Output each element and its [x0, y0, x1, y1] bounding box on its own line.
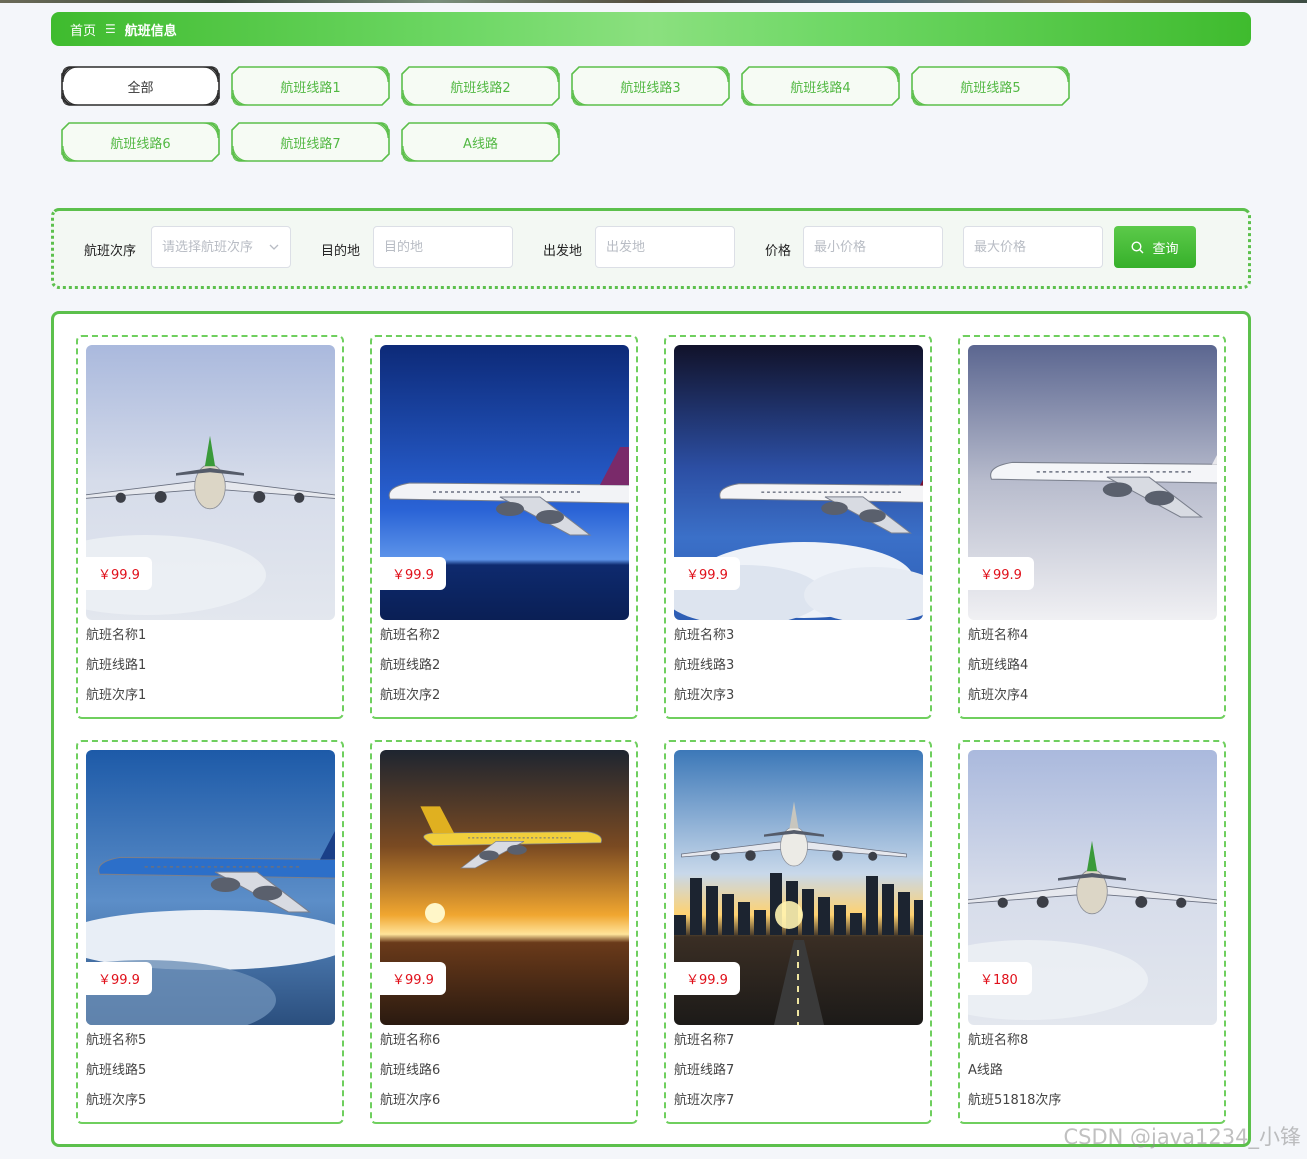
flight-name: 航班名称3	[674, 628, 735, 643]
flight-route: 航班线路7	[674, 1063, 735, 1078]
query-button-label: 查询	[1152, 241, 1179, 257]
tab-label: 航班线路5	[960, 80, 1021, 96]
flight-grid: ￥99.9 航班名称1 航班线路1 航班次序1 ￥99.9 航班名称2 航班线路…	[51, 311, 1251, 1147]
price-badge: ￥99.9	[86, 962, 152, 995]
tab-route-7[interactable]: 航班线路7	[231, 122, 390, 162]
tab-route-6[interactable]: 航班线路6	[61, 122, 220, 162]
price-badge: ￥99.9	[674, 962, 740, 995]
search-panel: 航班次序 目的地 出发地 价格 查询	[51, 208, 1251, 289]
price-badge: ￥99.9	[674, 557, 740, 590]
search-icon	[1131, 240, 1144, 253]
flight-card[interactable]: ￥99.9 航班名称1 航班线路1 航班次序1	[76, 335, 344, 719]
flight-name: 航班名称5	[86, 1033, 147, 1048]
origin-field[interactable]	[595, 226, 735, 268]
price-badge: ￥180	[968, 962, 1032, 995]
tab-route-2[interactable]: 航班线路2	[401, 66, 560, 106]
flight-image[interactable]: ￥99.9	[380, 750, 629, 1025]
flight-image[interactable]: ￥180	[968, 750, 1217, 1025]
flight-order: 航班次序4	[968, 688, 1029, 703]
destination-field[interactable]	[373, 226, 513, 268]
flight-route: 航班线路5	[86, 1063, 147, 1078]
flight-route: 航班线路3	[674, 658, 735, 673]
flight-order: 航班51818次序	[968, 1093, 1062, 1108]
tab-label: 航班线路6	[110, 136, 171, 152]
flight-name: 航班名称2	[380, 628, 441, 643]
breadcrumb-separator-icon: ☰	[105, 22, 116, 36]
tab-label: A线路	[463, 136, 498, 152]
min-price-input[interactable]	[814, 239, 942, 255]
tab-all[interactable]: 全部	[61, 66, 220, 106]
flight-name: 航班名称8	[968, 1033, 1029, 1048]
tab-route-5[interactable]: 航班线路5	[911, 66, 1070, 106]
tab-label: 航班线路4	[790, 80, 851, 96]
origin-label: 出发地	[543, 244, 583, 259]
flight-image[interactable]: ￥99.9	[674, 750, 923, 1025]
breadcrumb-home[interactable]: 首页	[70, 20, 96, 39]
flight-image[interactable]: ￥99.9	[674, 345, 923, 620]
tab-label: 全部	[127, 80, 154, 96]
flight-route: 航班线路6	[380, 1063, 441, 1078]
flight-card[interactable]: ￥99.9 航班名称4 航班线路4 航班次序4	[958, 335, 1226, 719]
price-badge: ￥99.9	[380, 962, 446, 995]
flight-order: 航班次序3	[674, 688, 735, 703]
max-price-input[interactable]	[974, 239, 1102, 255]
price-badge: ￥99.9	[86, 557, 152, 590]
tab-route-1[interactable]: 航班线路1	[231, 66, 390, 106]
flight-card[interactable]: ￥99.9 航班名称6 航班线路6 航班次序6	[370, 740, 638, 1124]
min-price-field[interactable]	[803, 226, 943, 268]
flight-name: 航班名称4	[968, 628, 1029, 643]
destination-input[interactable]	[384, 239, 512, 255]
flight-image[interactable]: ￥99.9	[86, 750, 335, 1025]
flight-route: 航班线路4	[968, 658, 1029, 673]
price-badge: ￥99.9	[968, 557, 1034, 590]
flight-image[interactable]: ￥99.9	[86, 345, 335, 620]
tab-route-4[interactable]: 航班线路4	[741, 66, 900, 106]
flight-route: 航班线路2	[380, 658, 441, 673]
order-select[interactable]	[151, 226, 291, 268]
tab-label: 航班线路1	[280, 80, 341, 96]
price-badge: ￥99.9	[380, 557, 446, 590]
top-image-strip	[0, 0, 1307, 3]
flight-card[interactable]: ￥180 航班名称8 A线路 航班51818次序	[958, 740, 1226, 1124]
flight-card[interactable]: ￥99.9 航班名称5 航班线路5 航班次序5	[76, 740, 344, 1124]
flight-image[interactable]: ￥99.9	[380, 345, 629, 620]
tab-label: 航班线路7	[280, 136, 341, 152]
flight-order: 航班次序1	[86, 688, 147, 703]
flight-card[interactable]: ￥99.9 航班名称3 航班线路3 航班次序3	[664, 335, 932, 719]
watermark: CSDN @java1234_小锋	[1063, 1125, 1302, 1149]
breadcrumb-current: 航班信息	[124, 23, 177, 39]
flight-order: 航班次序2	[380, 688, 441, 703]
tab-route-3[interactable]: 航班线路3	[571, 66, 730, 106]
flight-route: 航班线路1	[86, 658, 147, 673]
destination-label: 目的地	[321, 244, 361, 259]
chevron-down-icon	[269, 244, 279, 250]
breadcrumb: 首页 ☰ 航班信息	[51, 12, 1251, 46]
flight-order: 航班次序7	[674, 1093, 735, 1108]
flight-order: 航班次序5	[86, 1093, 147, 1108]
max-price-field[interactable]	[963, 226, 1103, 268]
flight-image[interactable]: ￥99.9	[968, 345, 1217, 620]
tab-label: 航班线路2	[450, 80, 511, 96]
tab-route-8[interactable]: A线路	[401, 122, 560, 162]
flight-route: A线路	[968, 1063, 1003, 1078]
order-label: 航班次序	[84, 244, 137, 259]
origin-input[interactable]	[606, 239, 734, 255]
flight-card[interactable]: ￥99.9 航班名称7 航班线路7 航班次序7	[664, 740, 932, 1124]
flight-name: 航班名称7	[674, 1033, 735, 1048]
query-button[interactable]: 查询	[1114, 226, 1196, 268]
flight-card[interactable]: ￥99.9 航班名称2 航班线路2 航班次序2	[370, 335, 638, 719]
flight-name: 航班名称6	[380, 1033, 441, 1048]
tab-label: 航班线路3	[620, 80, 681, 96]
flight-name: 航班名称1	[86, 628, 147, 643]
flight-order: 航班次序6	[380, 1093, 441, 1108]
price-label: 价格	[765, 244, 792, 259]
